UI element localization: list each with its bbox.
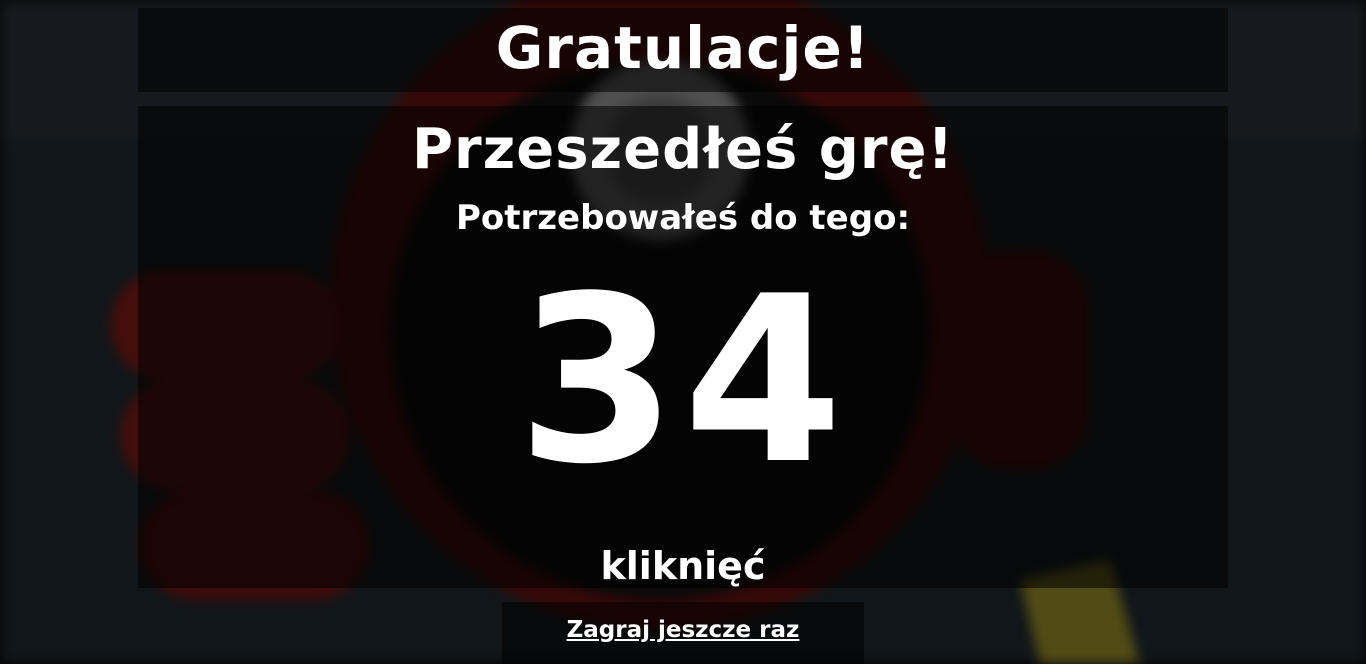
needed-label: Potrzebowałeś do tego: <box>455 198 911 238</box>
click-count: 34 <box>516 248 850 515</box>
play-again-link[interactable]: Zagraj jeszcze raz <box>502 614 864 646</box>
congratulations-title: Gratulacje! <box>495 14 871 82</box>
click-unit-label: kliknięć <box>600 544 766 588</box>
game-completed-heading: Przeszedłeś grę! <box>411 117 955 182</box>
game-end-screen: Gratulacje! Przeszedłeś grę! Potrzebował… <box>0 0 1366 664</box>
